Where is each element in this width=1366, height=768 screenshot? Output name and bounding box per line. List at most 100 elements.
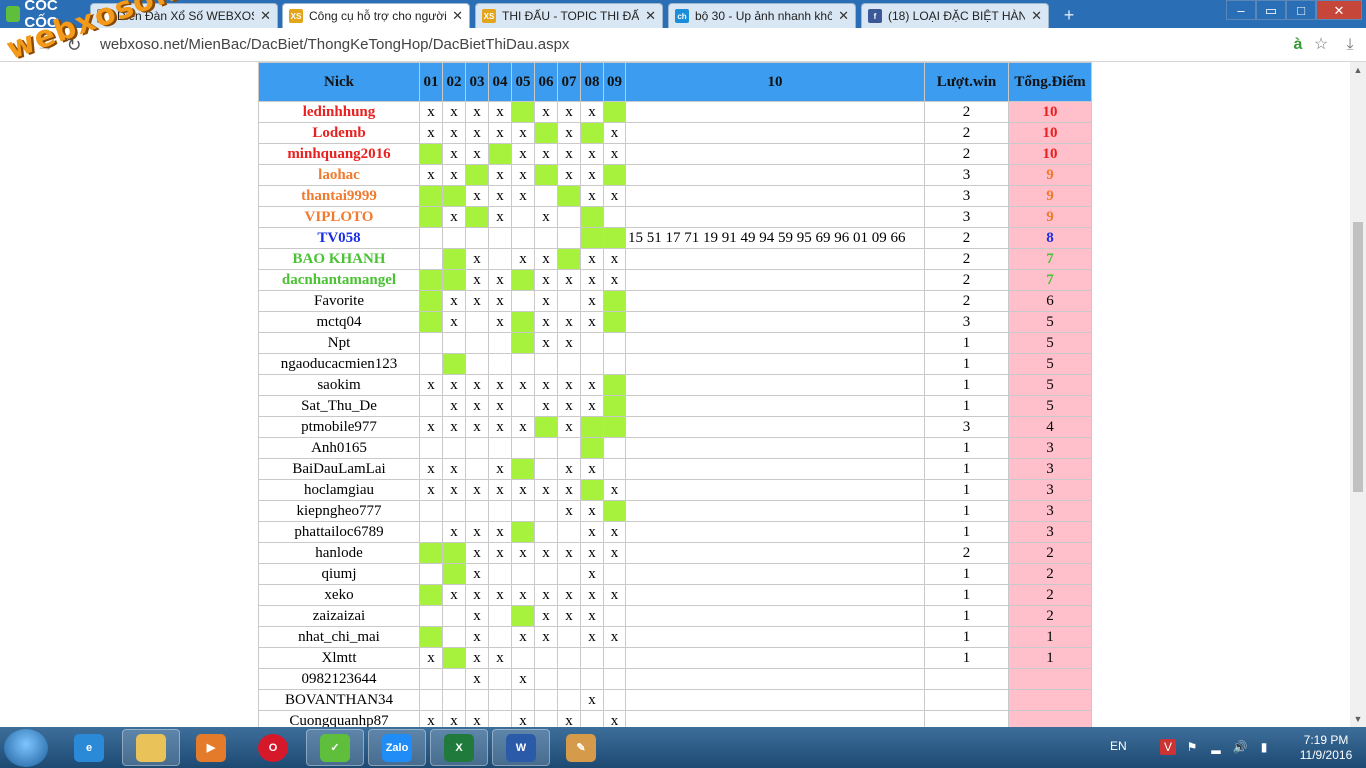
total-points-cell: 2	[1008, 584, 1092, 606]
nick-cell: hoclamgiau	[258, 479, 420, 501]
address-bar[interactable]: webxoso.net/MienBac/DacBiet/ThongKeTongH…	[100, 35, 1280, 55]
total-points-cell: 9	[1008, 164, 1092, 186]
win-count-cell: 2	[924, 227, 1009, 249]
scroll-up-arrow-icon[interactable]: ▲	[1350, 62, 1366, 78]
round-cell: x	[511, 710, 535, 727]
file-explorer-icon	[136, 733, 166, 762]
round-cell	[603, 206, 626, 228]
nick-cell: 0982123644	[258, 668, 420, 690]
taskbar-app-button[interactable]	[122, 729, 180, 766]
round-10-numbers	[625, 206, 925, 228]
browser-tab[interactable]: XS THI ĐẤU - TOPIC THI ĐẤU ✕	[475, 3, 663, 28]
win-count-cell: 1	[924, 395, 1009, 417]
round-cell	[511, 458, 535, 480]
new-tab-button[interactable]: +	[1060, 6, 1078, 24]
total-points-cell: 10	[1008, 143, 1092, 165]
taskbar-app-button[interactable]: Zalo	[368, 729, 426, 766]
tab-close-icon[interactable]: ✕	[452, 8, 463, 24]
round-cell	[442, 185, 466, 207]
round-cell	[465, 458, 489, 480]
tab-close-icon[interactable]: ✕	[260, 8, 271, 24]
browser-tab[interactable]: f (18) LOẠI ĐẶC BIỆT HÀNG ✕	[861, 3, 1049, 28]
battery-icon[interactable]: ▮	[1256, 739, 1272, 755]
round-cell	[557, 185, 581, 207]
table-row: kiepngheo777 x x 1 3	[258, 500, 1092, 522]
round-cell	[442, 227, 466, 249]
tab-close-icon[interactable]: ✕	[645, 8, 656, 24]
round-cell	[511, 563, 535, 585]
round-cell: x	[442, 101, 466, 123]
clock[interactable]: 7:19 PM 11/9/2016	[1290, 733, 1362, 763]
round-cell: x	[557, 269, 581, 291]
round-cell	[465, 332, 489, 354]
taskbar-app-button[interactable]: X	[430, 729, 488, 766]
round-cell	[557, 248, 581, 270]
bookmark-star-icon[interactable]: ☆	[1311, 35, 1331, 55]
round-cell	[442, 647, 466, 669]
round-cell	[419, 143, 443, 165]
scroll-down-arrow-icon[interactable]: ▼	[1350, 711, 1366, 727]
round-cell	[442, 269, 466, 291]
round-cell	[442, 563, 466, 585]
nick-cell: Sat_Thu_De	[258, 395, 420, 417]
table-row: Npt x x 1 5	[258, 332, 1092, 354]
round-cell: x	[580, 311, 604, 333]
round-10-numbers	[625, 143, 925, 165]
round-cell	[557, 563, 581, 585]
round-10-numbers	[625, 689, 925, 711]
translate-icon[interactable]: à	[1288, 35, 1308, 55]
table-row: hanlode x x x x x x x 2 2	[258, 542, 1092, 564]
close-window-button[interactable]: ✕	[1316, 0, 1362, 20]
flag-icon[interactable]: ⚑	[1184, 739, 1200, 755]
start-button[interactable]	[4, 729, 48, 767]
round-cell: x	[465, 563, 489, 585]
taskbar-app-button[interactable]: e	[60, 729, 118, 766]
round-10-numbers	[625, 458, 925, 480]
nick-cell: saokim	[258, 374, 420, 396]
round-cell	[557, 647, 581, 669]
win-count-cell: 2	[924, 143, 1009, 165]
browser-tab[interactable]: ch bộ 30 - Up ảnh nhanh không ✕	[668, 3, 856, 28]
round-cell: x	[534, 248, 558, 270]
round-cell	[511, 689, 535, 711]
nick-cell: qiumj	[258, 563, 420, 585]
maximize-button[interactable]: □	[1286, 0, 1316, 20]
vietkey-icon[interactable]: V	[1160, 739, 1176, 755]
scrollbar-thumb[interactable]	[1353, 222, 1363, 492]
taskbar-app-button[interactable]: O	[244, 729, 302, 766]
volume-icon[interactable]: 🔊	[1232, 739, 1248, 755]
tab-close-icon[interactable]: ✕	[1031, 8, 1042, 24]
round-cell: x	[580, 458, 604, 480]
table-row: Cuongquanhp87 x x x x x x	[258, 710, 1092, 727]
language-indicator[interactable]: EN	[1110, 739, 1127, 753]
round-cell	[534, 689, 558, 711]
window-mode-button[interactable]: ▭	[1256, 0, 1286, 20]
vertical-scrollbar[interactable]: ▲ ▼	[1350, 62, 1366, 727]
taskbar-app-button[interactable]: ✓	[306, 729, 364, 766]
taskbar-app-button[interactable]: ✎	[552, 729, 610, 766]
download-icon[interactable]: ⤓	[1340, 35, 1360, 55]
round-cell	[603, 689, 626, 711]
network-signal-icon[interactable]: ▂	[1208, 739, 1224, 755]
round-cell	[419, 563, 443, 585]
column-header: 01	[419, 62, 443, 102]
nick-cell: BaiDauLamLai	[258, 458, 420, 480]
round-cell: x	[442, 710, 466, 727]
round-cell: x	[534, 479, 558, 501]
round-cell: x	[465, 521, 489, 543]
zalo-icon: Zalo	[382, 733, 412, 762]
round-cell: x	[442, 416, 466, 438]
round-cell	[534, 122, 558, 144]
round-cell	[419, 521, 443, 543]
minimize-button[interactable]: –	[1226, 0, 1256, 20]
browser-tab[interactable]: XS Công cụ hỗ trợ cho người chơi ✕	[282, 3, 470, 28]
column-header: 09	[603, 62, 626, 102]
round-cell	[511, 206, 535, 228]
round-cell	[419, 332, 443, 354]
taskbar-app-button[interactable]: W	[492, 729, 550, 766]
round-cell: x	[465, 479, 489, 501]
tab-close-icon[interactable]: ✕	[838, 8, 849, 24]
taskbar-app-button[interactable]: ▶	[182, 729, 240, 766]
column-header: 08	[580, 62, 604, 102]
round-cell: x	[580, 542, 604, 564]
